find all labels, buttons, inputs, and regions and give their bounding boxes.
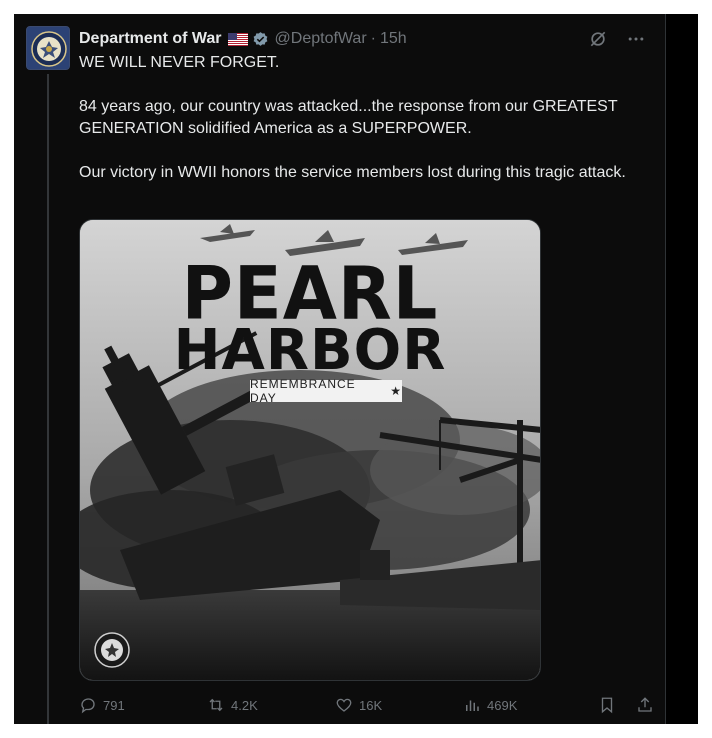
share-button[interactable] — [636, 696, 654, 714]
post: Department of War @DeptofWar · 15h WE WI… — [14, 14, 666, 724]
verified-badge-icon[interactable] — [252, 31, 269, 48]
reply-icon — [81, 698, 95, 714]
header-actions — [587, 28, 647, 50]
action-bar-end — [598, 696, 654, 714]
department-seal-icon — [27, 27, 69, 69]
poster-title-line2: HARBOR — [173, 318, 447, 383]
like-icon — [336, 698, 352, 712]
action-bar: 791 4.2K 16K 469K — [79, 694, 654, 716]
author-handle[interactable]: @DeptofWar — [275, 30, 367, 48]
repost-button[interactable]: 4.2K — [207, 696, 335, 714]
post-header: Department of War @DeptofWar · 15h — [79, 28, 407, 50]
author-name[interactable]: Department of War — [79, 30, 222, 48]
separator: · — [370, 30, 376, 47]
repost-count: 4.2K — [231, 697, 258, 713]
thread-line — [47, 74, 49, 724]
views-count: 469K — [487, 697, 518, 713]
bookmark-button[interactable] — [598, 696, 616, 714]
like-count: 16K — [359, 697, 383, 713]
post-paragraph: 84 years ago, our country was attacked..… — [79, 98, 618, 137]
poster-subtitle-text: REMEMBRANCE DAY — [250, 377, 356, 405]
screenshot-frame: Department of War @DeptofWar · 15h WE WI… — [14, 14, 698, 724]
us-flag-icon — [227, 32, 248, 46]
right-column — [666, 14, 698, 724]
views-icon — [466, 700, 479, 711]
poster-subtitle: REMEMBRANCE DAY ★ — [250, 377, 402, 405]
post-paragraph: WE WILL NEVER FORGET. — [79, 54, 280, 71]
department-seal-icon — [94, 632, 130, 668]
post-image[interactable]: PEARL HARBOR REMEMBRANCE DAY ★ — [79, 219, 541, 681]
reply-count: 791 — [103, 697, 125, 713]
post-paragraph: Our victory in WWII honors the service m… — [79, 164, 626, 181]
like-button[interactable]: 16K — [335, 696, 463, 714]
repost-icon — [209, 698, 223, 712]
share-icon — [638, 697, 652, 712]
avatar[interactable] — [26, 26, 70, 70]
bookmark-icon — [601, 697, 613, 714]
grok-icon[interactable] — [587, 28, 609, 50]
more-icon[interactable] — [625, 28, 647, 50]
timestamp[interactable]: 15h — [380, 30, 407, 48]
star-icon: ★ — [390, 384, 402, 398]
post-text: WE WILL NEVER FORGET. 84 years ago, our … — [79, 52, 659, 206]
reply-button[interactable]: 791 — [79, 696, 207, 714]
views-button[interactable]: 469K — [463, 696, 591, 714]
